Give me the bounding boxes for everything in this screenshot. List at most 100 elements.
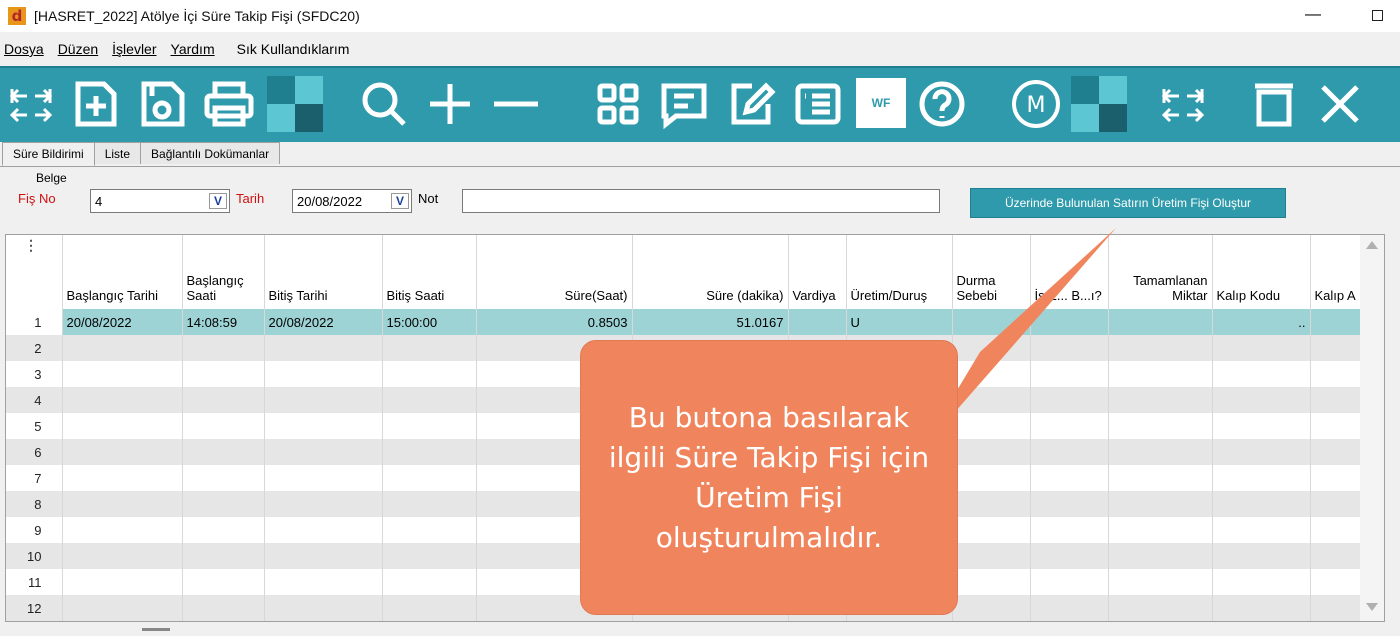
cell-kalip-a[interactable] [1310, 465, 1363, 491]
col-durma-sebebi[interactable]: Durma Sebebi [952, 235, 1031, 309]
comment-icon[interactable] [654, 74, 714, 134]
cell-tamamlanan-miktar[interactable] [1108, 361, 1213, 387]
cell-bitis-tarihi[interactable] [264, 543, 383, 569]
cell-durma-sebebi[interactable] [952, 465, 1031, 491]
cell-baslangic-tarihi[interactable] [62, 439, 183, 465]
col-baslangic-tarihi[interactable]: Başlangıç Tarihi [62, 235, 183, 309]
chevron-down-icon[interactable]: V [209, 193, 227, 209]
cell-sure-dakika[interactable]: 51.0167 [632, 309, 789, 335]
menu-dosya[interactable]: Dosya [4, 41, 44, 57]
search-icon[interactable] [354, 74, 414, 134]
cell-kalip-kodu[interactable] [1212, 569, 1311, 595]
cell-kalip-a[interactable] [1310, 413, 1363, 439]
cell-uretim-durus[interactable]: U [846, 309, 953, 335]
cell-durma-sebebi[interactable] [952, 309, 1031, 335]
cell-bitis-saati[interactable] [382, 361, 477, 387]
cell-bitis-tarihi[interactable] [264, 361, 383, 387]
cell-baslangic-tarihi[interactable] [62, 335, 183, 361]
cell-sure-saat[interactable]: 0.8503 [476, 309, 633, 335]
cell-is-emri[interactable] [1030, 491, 1109, 517]
cell-tamamlanan-miktar[interactable] [1108, 517, 1213, 543]
cell-is-emri[interactable] [1030, 569, 1109, 595]
cell-bitis-tarihi[interactable] [264, 413, 383, 439]
cell-kalip-a[interactable] [1310, 517, 1363, 543]
cell-tamamlanan-miktar[interactable] [1108, 387, 1213, 413]
cell-is-emri[interactable] [1030, 361, 1109, 387]
cell-is-emri[interactable] [1030, 595, 1109, 621]
cell-kalip-kodu[interactable] [1212, 465, 1311, 491]
tarih-field[interactable]: 20/08/2022 V [292, 189, 412, 213]
col-uretim-durus[interactable]: Üretim/Duruş [846, 235, 953, 309]
new-doc-icon[interactable] [66, 74, 126, 134]
grid-view-icon[interactable] [588, 74, 648, 134]
cell-bitis-saati[interactable] [382, 517, 477, 543]
cell-tamamlanan-miktar[interactable] [1108, 413, 1213, 439]
fis-no-field[interactable]: 4 V [90, 189, 230, 213]
cell-baslangic-saati[interactable] [182, 517, 265, 543]
cell-tamamlanan-miktar[interactable] [1108, 439, 1213, 465]
col-bitis-tarihi[interactable]: Bitiş Tarihi [264, 235, 383, 309]
cell-durma-sebebi[interactable] [952, 361, 1031, 387]
minimize-button[interactable]: — [1300, 4, 1326, 26]
cell-kalip-kodu[interactable] [1212, 439, 1311, 465]
menu-favorites[interactable]: Sık Kullandıklarım [237, 41, 350, 57]
cell-baslangic-saati[interactable]: 14:08:59 [182, 309, 265, 335]
cell-bitis-tarihi[interactable] [264, 595, 383, 621]
cell-kalip-a[interactable] [1310, 309, 1363, 335]
cell-durma-sebebi[interactable] [952, 569, 1031, 595]
cell-is-emri[interactable] [1030, 309, 1109, 335]
cell-bitis-saati[interactable] [382, 387, 477, 413]
cell-is-emri[interactable] [1030, 335, 1109, 361]
first-last-icon[interactable] [4, 74, 60, 134]
cell-is-emri[interactable] [1030, 413, 1109, 439]
cell-baslangic-tarihi[interactable] [62, 413, 183, 439]
cell-baslangic-saati[interactable] [182, 595, 265, 621]
cell-tamamlanan-miktar[interactable] [1108, 309, 1213, 335]
help-icon[interactable] [912, 74, 972, 134]
cell-baslangic-saati[interactable] [182, 491, 265, 517]
cell-baslangic-saati[interactable] [182, 335, 265, 361]
cell-bitis-saati[interactable] [382, 543, 477, 569]
edit-icon[interactable] [722, 74, 782, 134]
cell-kalip-a[interactable] [1310, 491, 1363, 517]
cell-baslangic-saati[interactable] [182, 543, 265, 569]
cell-bitis-tarihi[interactable] [264, 335, 383, 361]
cell-bitis-tarihi[interactable]: 20/08/2022 [264, 309, 383, 335]
cell-durma-sebebi[interactable] [952, 413, 1031, 439]
cell-durma-sebebi[interactable] [952, 595, 1031, 621]
cell-kalip-a[interactable] [1310, 543, 1363, 569]
cell-is-emri[interactable] [1030, 465, 1109, 491]
add-icon[interactable] [420, 74, 480, 134]
cell-kalip-kodu[interactable] [1212, 413, 1311, 439]
remove-icon[interactable] [486, 74, 546, 134]
cell-kalip-a[interactable] [1310, 335, 1363, 361]
cell-kalip-kodu[interactable]: .. [1212, 309, 1311, 335]
cell-is-emri[interactable] [1030, 387, 1109, 413]
m-icon[interactable]: M [1006, 74, 1066, 134]
tab-baglantili-dokumanlar[interactable]: Bağlantılı Dokümanlar [140, 142, 281, 164]
first-last-icon[interactable] [1156, 74, 1212, 134]
cell-bitis-saati[interactable] [382, 595, 477, 621]
cell-baslangic-tarihi[interactable] [62, 595, 183, 621]
col-bitis-saati[interactable]: Bitiş Saati [382, 235, 477, 309]
cell-bitis-tarihi[interactable] [264, 465, 383, 491]
cell-vardiya[interactable] [788, 309, 847, 335]
cell-baslangic-tarihi[interactable] [62, 361, 183, 387]
cell-is-emri[interactable] [1030, 543, 1109, 569]
cell-bitis-saati[interactable] [382, 413, 477, 439]
scroll-up-icon[interactable] [1366, 241, 1378, 249]
cell-bitis-saati[interactable] [382, 491, 477, 517]
save-icon[interactable] [132, 74, 192, 134]
create-production-slip-button[interactable]: Üzerinde Bulunulan Satırın Üretim Fişi O… [970, 188, 1286, 218]
tab-liste[interactable]: Liste [93, 142, 142, 164]
cell-kalip-kodu[interactable] [1212, 335, 1311, 361]
delete-icon[interactable] [1246, 74, 1302, 134]
col-tamamlanan-miktar[interactable]: Tamamlanan Miktar [1108, 235, 1213, 309]
cell-kalip-a[interactable] [1310, 361, 1363, 387]
wf-icon[interactable]: WF [856, 78, 906, 128]
cell-durma-sebebi[interactable] [952, 543, 1031, 569]
col-is-emri[interactable]: İş E... B...ı? [1030, 235, 1109, 309]
menu-duzen[interactable]: Düzen [58, 41, 98, 57]
cell-durma-sebebi[interactable] [952, 491, 1031, 517]
cell-kalip-a[interactable] [1310, 387, 1363, 413]
